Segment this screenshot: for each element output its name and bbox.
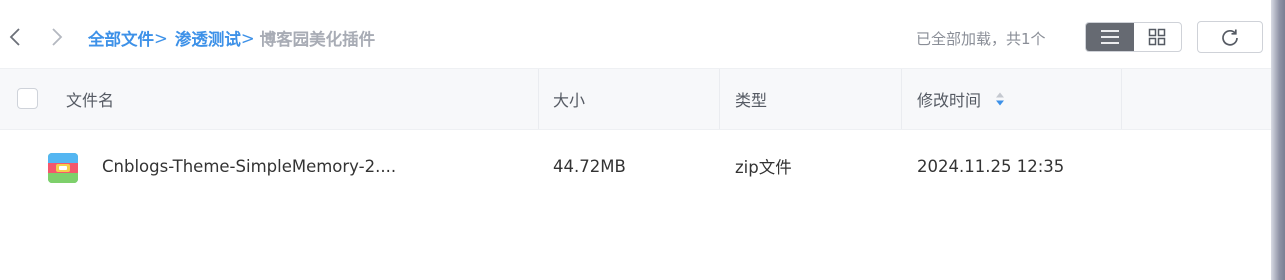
list-view-icon (1100, 30, 1119, 44)
table-header: 文件名 大小 类型 修改时间 (0, 68, 1271, 130)
column-header-size[interactable]: 大小 (553, 69, 585, 129)
breadcrumb-item-pentest[interactable]: 渗透测试 (175, 26, 241, 50)
column-divider (1121, 69, 1122, 129)
column-header-modified-label: 修改时间 (917, 91, 982, 110)
file-modified: 2024.11.25 12:35 (917, 156, 1065, 176)
chevron-right-icon (52, 28, 63, 46)
breadcrumb: 全部文件 > 渗透测试 > 博客园美化插件 (88, 26, 375, 50)
sort-icon[interactable] (995, 91, 1005, 107)
column-header-type[interactable]: 类型 (735, 69, 767, 129)
toolbar: 全部文件 > 渗透测试 > 博客园美化插件 已全部加载，共1个 (0, 0, 1271, 68)
table-row[interactable]: Cnblogs-Theme-SimpleMemory-2.... 44.72MB… (0, 130, 1271, 202)
grid-view-icon (1149, 28, 1166, 46)
column-header-name[interactable]: 文件名 (66, 69, 114, 129)
refresh-icon (1222, 29, 1238, 46)
view-toggle (1085, 22, 1182, 52)
back-button[interactable] (6, 24, 24, 50)
select-all-checkbox[interactable] (17, 88, 38, 109)
file-table: 文件名 大小 类型 修改时间 Cnblogs-Theme-SimpleMemor… (0, 68, 1271, 202)
load-status-text: 已全部加载，共1个 (916, 30, 1046, 48)
grid-view-button[interactable] (1134, 23, 1182, 51)
zip-archive-icon (48, 153, 78, 183)
file-type: zip文件 (735, 158, 792, 177)
file-name[interactable]: Cnblogs-Theme-SimpleMemory-2.... (102, 130, 396, 202)
file-browser: 全部文件 > 渗透测试 > 博客园美化插件 已全部加载，共1个 文件名 大小 类… (0, 0, 1285, 280)
column-header-modified[interactable]: 修改时间 (917, 69, 1005, 129)
list-view-button[interactable] (1086, 23, 1134, 51)
breadcrumb-item-all-files[interactable]: 全部文件 (88, 26, 154, 50)
breadcrumb-separator: > (154, 28, 168, 48)
breadcrumb-separator: > (240, 28, 255, 48)
column-divider (901, 69, 902, 129)
column-divider (719, 69, 720, 129)
window-edge (1271, 0, 1285, 280)
chevron-left-icon (9, 28, 20, 46)
forward-button[interactable] (48, 24, 66, 50)
refresh-button[interactable] (1197, 21, 1263, 53)
breadcrumb-current: 博客园美化插件 (259, 30, 376, 49)
column-divider (538, 69, 539, 129)
file-size: 44.72MB (553, 156, 626, 176)
